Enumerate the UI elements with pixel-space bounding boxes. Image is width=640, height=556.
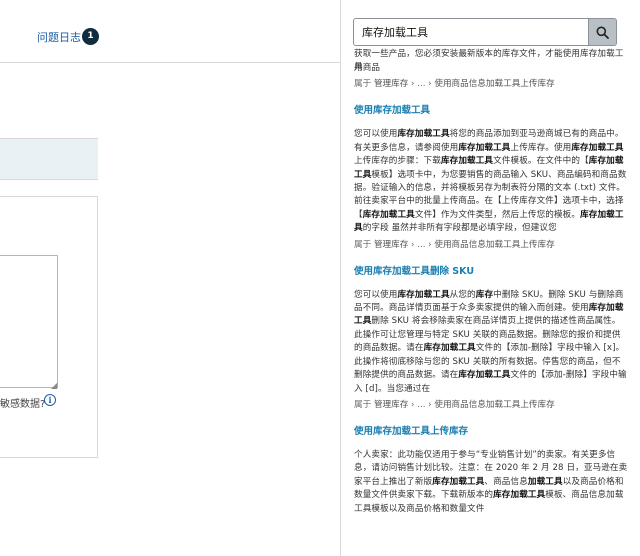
text-area[interactable] (0, 255, 58, 388)
search-result: 使用库存加载工具删除 SKU 您可以使用库存加载工具从您的库存中删除 SKU。删… (354, 265, 628, 411)
breadcrumb-parent-link[interactable]: 管理库存 (374, 240, 408, 250)
result-breadcrumb: 属于 管理库存 › ... › 使用商品信息加载工具上传库存 (354, 79, 555, 90)
search-icon (596, 26, 609, 39)
snippet-text: 文件模板。在文件中的【 (493, 156, 589, 167)
highlight-term: 库存加载工具 (571, 142, 624, 153)
highlight-term: 库存加载工具 (440, 156, 494, 167)
highlight-term: 库存加载工具 (458, 142, 511, 153)
issue-count-badge: 1 (82, 28, 99, 45)
search-results: 获取一些产品，您必须安装最新版本的库存文件，才能使用库存加载工具 用商品 属于 … (354, 49, 628, 516)
highlight-term: 库存 (475, 289, 494, 300)
resize-handle-icon[interactable]: ◢ (51, 381, 57, 390)
snippet-text: 上传库存。使用 (510, 142, 572, 153)
snippet-text: 您可以使用 (354, 129, 398, 140)
result-snippet: 您可以使用库存加载工具从您的库存中删除 SKU。删除 SKU 与删除商品不同。商… (354, 289, 628, 396)
highlight-term: 库存加载工具 (458, 370, 511, 381)
result-breadcrumb: 属于 管理库存 › ... › 使用商品信息加载工具上传库存 (354, 239, 555, 250)
result-breadcrumb: 属于 管理库存 › ... › 使用商品信息加载工具上传库存 (354, 399, 555, 410)
highlight-term: 库存加载工具 (397, 289, 450, 300)
info-icon[interactable]: i (44, 394, 56, 406)
highlight-term: 库存加载工具 (423, 343, 476, 354)
breadcrumb-parent-link[interactable]: 管理库存 (374, 79, 408, 89)
snippet-text: 您可以使用 (354, 289, 398, 300)
result-snippet-cut: 获取一些产品，您必须安装最新版本的库存文件，才能使用库存加载工具 (354, 49, 624, 72)
result-snippet: 个人卖家：此功能仅适用于参与“专业销售计划”的卖家。有关更多信息，请访问销售计划… (354, 449, 628, 516)
breadcrumb-leaf-link[interactable]: 使用商品信息加载工具上传库存 (434, 240, 554, 250)
section-header-band (0, 138, 98, 180)
result-snippet: 您可以使用库存加载工具将您的商品添加到亚马逊商城已有的商品中。有关更多信息，请参… (354, 128, 628, 235)
highlight-term: 库存加载工具 (397, 129, 450, 140)
divider (0, 62, 340, 63)
highlight-term: 加载工具 (527, 476, 563, 487)
snippet-text: 的字段 虽然并非所有字段都是必填字段，但建议您 (362, 223, 557, 234)
sensitive-data-question: 敏感数据? (0, 399, 46, 410)
result-title-link[interactable]: 使用库存加载工具删除 SKU (354, 265, 628, 279)
breadcrumb-parent-link[interactable]: 管理库存 (374, 400, 408, 410)
help-search-input[interactable] (353, 18, 589, 46)
snippet-text: 文件】作为文件类型，然后上传您的模板。 (414, 209, 581, 220)
search-button[interactable] (589, 18, 617, 46)
result-title-link[interactable]: 使用库存加载工具 (354, 104, 628, 118)
help-search (353, 18, 617, 46)
issue-log-link[interactable]: 问题日志 (37, 29, 81, 45)
snippet-text: 上传库存的步骤：下载 (354, 156, 441, 167)
snippet-text: 从您的 (449, 289, 476, 300)
highlight-term: 库存加载工具 (362, 209, 415, 220)
search-result: 获取一些产品，您必须安装最新版本的库存文件，才能使用库存加载工具 用商品 属于 … (354, 48, 628, 90)
snippet-text: 、商品信息 (484, 476, 528, 487)
search-result: 使用库存加载工具上传库存 个人卖家：此功能仅适用于参与“专业销售计划”的卖家。有… (354, 425, 628, 516)
help-panel: 获取一些产品，您必须安装最新版本的库存文件，才能使用库存加载工具 用商品 属于 … (340, 0, 640, 556)
main-page: 问题日志 1 ◢ 敏感数据? i (0, 0, 340, 556)
breadcrumb-leaf-link[interactable]: 使用商品信息加载工具上传库存 (434, 400, 554, 410)
result-title-link[interactable]: 使用库存加载工具上传库存 (354, 425, 628, 439)
highlight-term: 库存加载工具 (432, 476, 485, 487)
breadcrumb-leaf-link[interactable]: 使用商品信息加载工具上传库存 (434, 79, 554, 89)
search-result: 使用库存加载工具 您可以使用库存加载工具将您的商品添加到亚马逊商城已有的商品中。… (354, 104, 628, 250)
highlight-term: 库存加载工具 (493, 490, 546, 501)
